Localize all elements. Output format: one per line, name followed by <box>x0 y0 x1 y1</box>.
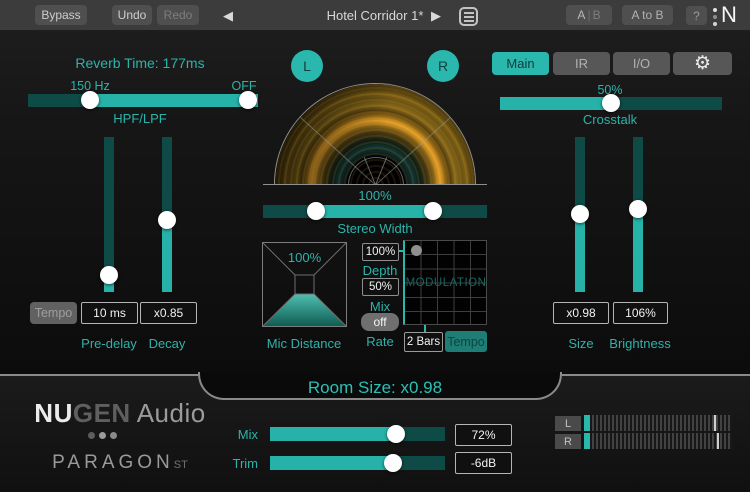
modulation-mix-value-box[interactable]: 50% <box>362 278 399 296</box>
brand-logo: NUGENAudio <box>30 398 210 429</box>
size-value-box[interactable]: x0.98 <box>553 302 609 324</box>
meter-l-button[interactable]: L <box>555 416 581 431</box>
mix-label: Mix <box>218 427 258 442</box>
hpf-handle[interactable] <box>81 91 99 109</box>
brand-nu: NU <box>34 398 73 428</box>
undo-button[interactable]: Undo <box>112 5 152 25</box>
decay-handle[interactable] <box>158 211 176 229</box>
tab-ir[interactable]: IR <box>553 52 610 75</box>
title-bar: Bypass Undo Redo ◀ Hotel Corridor 1* ▶ A… <box>0 0 750 30</box>
room-size-readout: Room Size: x0.98 <box>275 378 475 398</box>
modulation-depth-value-box[interactable]: 100% <box>362 243 399 261</box>
product-name: PARAGON <box>52 452 174 473</box>
n-letter: N <box>721 2 737 28</box>
mic-distance-pad[interactable]: 100% <box>262 242 347 327</box>
product-suffix: ST <box>174 459 188 471</box>
paragon-plugin-window: Bypass Undo Redo ◀ Hotel Corridor 1* ▶ A… <box>0 0 750 492</box>
settings-button[interactable]: ⚙ <box>673 52 732 75</box>
trim-handle[interactable] <box>384 454 402 472</box>
mix-value-box[interactable]: 72% <box>455 424 512 446</box>
right-channel-button[interactable]: R <box>427 50 459 82</box>
redo-button[interactable]: Redo <box>157 5 199 25</box>
brightness-handle[interactable] <box>629 200 647 218</box>
predelay-tempo-button[interactable]: Tempo <box>30 302 77 324</box>
preset-menu-icon[interactable] <box>459 7 478 26</box>
predelay-handle[interactable] <box>100 266 118 284</box>
modulation-point[interactable] <box>411 245 422 256</box>
ab-compare-button[interactable]: A | B <box>566 5 612 25</box>
bypass-button[interactable]: Bypass <box>35 5 87 25</box>
gear-icon: ⚙ <box>694 52 711 75</box>
trim-label: Trim <box>218 456 258 471</box>
stereo-width-right-handle[interactable] <box>424 202 442 220</box>
meter-r <box>584 433 732 449</box>
brand-dots-icon <box>88 432 117 439</box>
modulation-mix-label: Mix <box>350 299 410 314</box>
stereo-width-slider[interactable] <box>263 205 487 218</box>
modulation-grid-title: MODULATION <box>405 277 487 289</box>
mic-distance-value: 100% <box>262 250 347 265</box>
hpf-lpf-label: HPF/LPF <box>90 111 190 126</box>
tab-io[interactable]: I/O <box>613 52 670 75</box>
crosstalk-handle[interactable] <box>602 94 620 112</box>
stereo-width-value: 100% <box>325 188 425 203</box>
meter-l <box>584 415 732 431</box>
brand-audio: Audio <box>137 398 206 428</box>
mic-distance-label: Mic Distance <box>244 336 364 351</box>
reverb-time-readout: Reverb Time: 177ms <box>30 55 250 71</box>
size-slider[interactable] <box>575 137 585 292</box>
crosstalk-label: Crosstalk <box>570 112 650 127</box>
a-to-b-button[interactable]: A to B <box>622 5 673 25</box>
decay-value-box[interactable]: x0.85 <box>140 302 197 324</box>
impulse-response-display <box>274 83 476 184</box>
modulation-xy-pad[interactable]: MODULATION <box>403 240 487 325</box>
hpf-lpf-slider[interactable] <box>28 94 258 107</box>
brightness-value-box[interactable]: 106% <box>613 302 668 324</box>
rate-grid-connector <box>424 325 426 332</box>
product-logo: PARAGONST <box>30 452 210 474</box>
mix-handle[interactable] <box>387 425 405 443</box>
predelay-value-box[interactable]: 10 ms <box>81 302 138 324</box>
brand-gen: GEN <box>73 398 131 428</box>
ab-b-label: B <box>593 8 601 22</box>
next-preset-icon[interactable]: ▶ <box>428 8 444 24</box>
trim-value-box[interactable]: -6dB <box>455 452 512 474</box>
predelay-slider[interactable] <box>104 137 114 292</box>
tab-main[interactable]: Main <box>492 52 549 75</box>
modulation-rate-button[interactable]: off <box>361 313 399 331</box>
modulation-rate-label: Rate <box>350 334 410 349</box>
left-channel-button[interactable]: L <box>291 50 323 82</box>
stereo-width-left-handle[interactable] <box>307 202 325 220</box>
crosstalk-slider[interactable] <box>500 97 722 110</box>
brightness-label: Brightness <box>600 336 680 351</box>
modulation-bars-box[interactable]: 2 Bars <box>404 332 443 352</box>
decay-slider[interactable] <box>162 137 172 292</box>
brightness-slider[interactable] <box>633 137 643 292</box>
modulation-depth-label: Depth <box>350 263 410 278</box>
previous-preset-icon[interactable]: ◀ <box>220 8 236 24</box>
lpf-handle[interactable] <box>239 91 257 109</box>
ab-separator: | <box>587 8 590 22</box>
display-baseline <box>263 184 487 185</box>
trim-slider[interactable] <box>270 456 445 470</box>
help-button[interactable]: ? <box>686 6 707 25</box>
ab-a-label: A <box>577 8 585 22</box>
mix-slider[interactable] <box>270 427 445 441</box>
meter-r-button[interactable]: R <box>555 434 581 449</box>
size-handle[interactable] <box>571 205 589 223</box>
modulation-tempo-button[interactable]: Tempo <box>445 331 487 352</box>
decay-label: Decay <box>127 336 207 351</box>
stereo-width-label: Stereo Width <box>315 221 435 236</box>
